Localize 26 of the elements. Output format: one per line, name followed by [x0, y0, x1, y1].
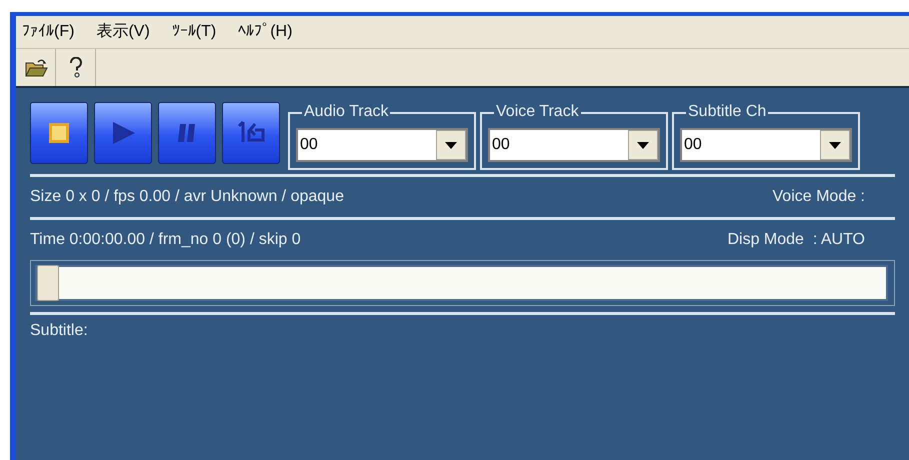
- play-button[interactable]: [94, 102, 152, 164]
- dropdown[interactable]: 00: [296, 128, 468, 162]
- dropdown[interactable]: 00: [488, 128, 660, 162]
- square-icon: [48, 122, 70, 144]
- open-folder-icon[interactable]: [24, 58, 48, 78]
- menu-item[interactable]: 表示(V): [96, 20, 150, 44]
- slider-thumb[interactable]: [37, 265, 59, 301]
- voice-mode-text: Voice Mode :: [772, 187, 865, 207]
- stop-button[interactable]: [30, 102, 88, 164]
- menu-item[interactable]: ﾍﾙﾌﾟ(H): [238, 20, 292, 44]
- play-icon: [110, 120, 136, 146]
- caret-icon: [829, 142, 841, 148]
- pause-button[interactable]: [158, 102, 216, 164]
- info-text: Size 0 x 0 / fps 0.00 / avr Unknown / opaque: [30, 187, 344, 207]
- help-icon[interactable]: [68, 56, 84, 78]
- menu-item[interactable]: ﾌｧｲﾙ(F): [22, 20, 74, 44]
- caret-icon: [637, 142, 649, 148]
- pause-icon: [176, 122, 198, 144]
- subtitle-label: Subtitle:: [30, 321, 89, 341]
- time-text: Time 0:00:00.00 / frm_no 0 (0) / skip 0: [30, 230, 301, 250]
- seek-slider[interactable]: [35, 265, 888, 301]
- caret-icon: [445, 142, 457, 148]
- dropdown[interactable]: 00: [680, 128, 852, 162]
- menu-item[interactable]: ﾂｰﾙ(T): [172, 20, 216, 44]
- disp-mode-text: Disp Mode : AUTO: [727, 230, 865, 250]
- repeat-button[interactable]: [222, 102, 280, 164]
